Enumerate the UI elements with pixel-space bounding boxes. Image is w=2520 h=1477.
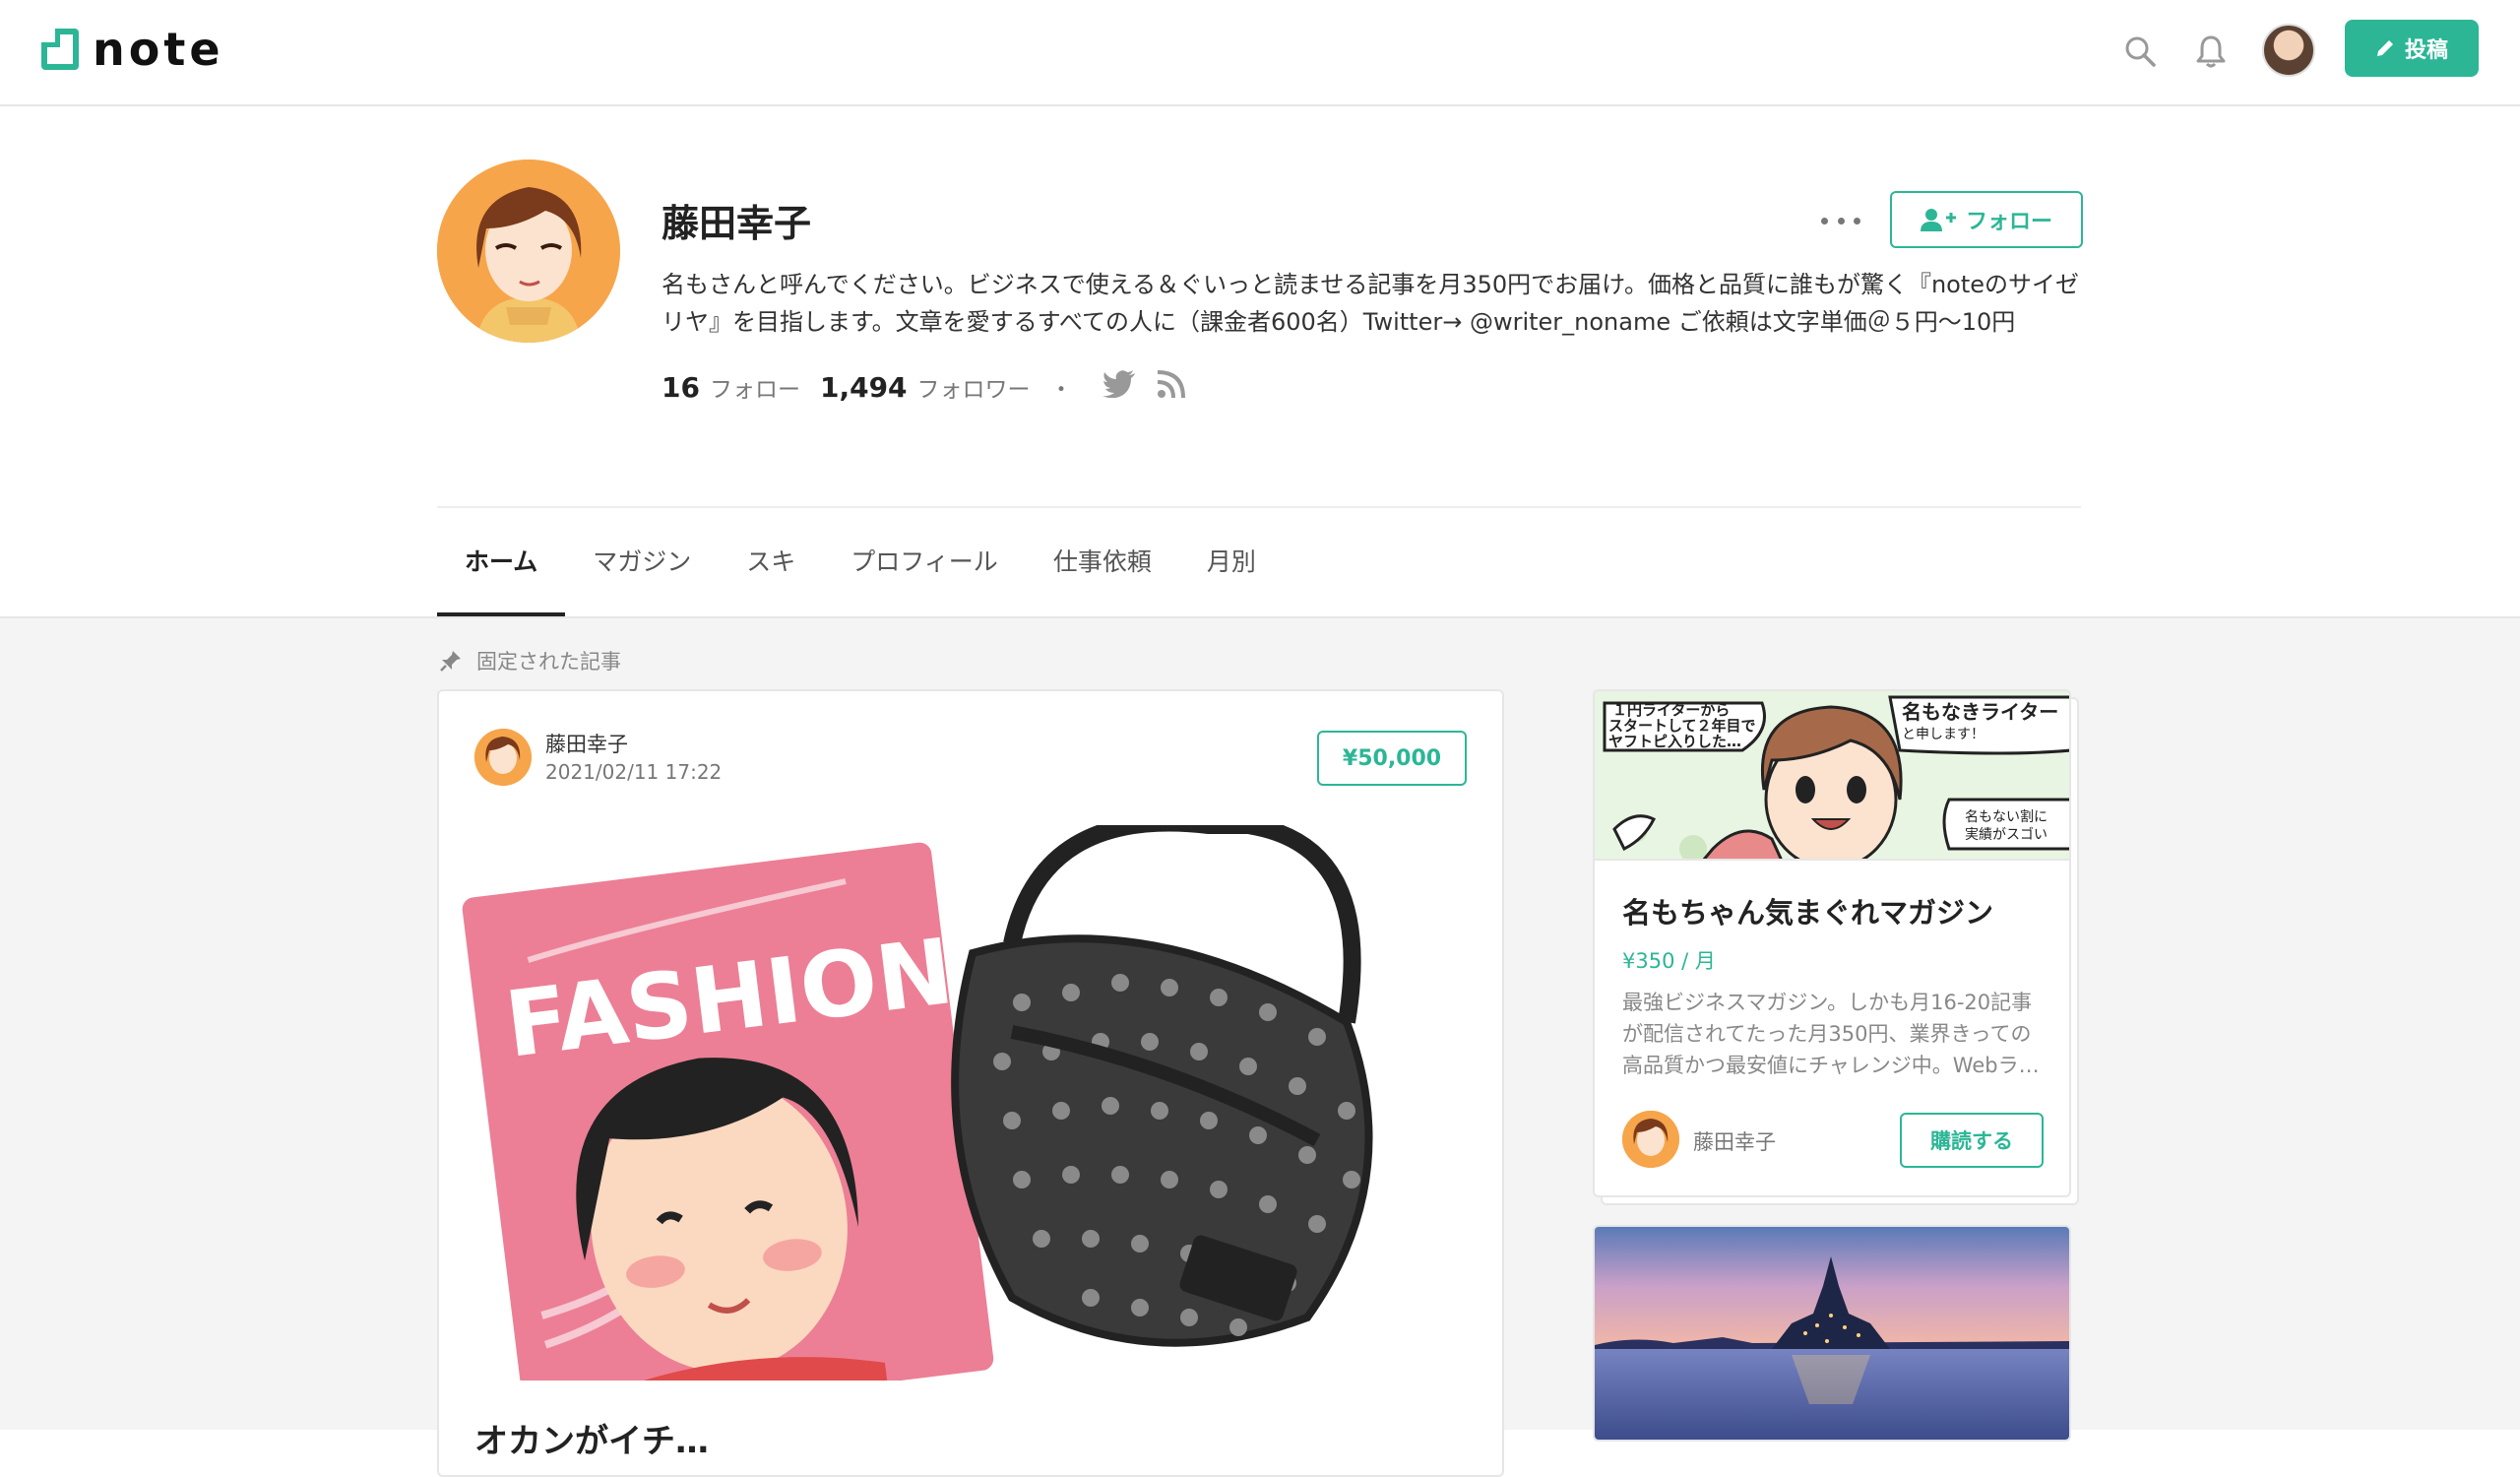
tab-magazine[interactable]: マガジン (565, 540, 719, 618)
follow-button[interactable]: フォロー (1890, 191, 2083, 248)
pinned-label: 固定された記事 (439, 646, 621, 675)
article-date: 2021/02/11 17:22 (545, 760, 723, 784)
profile-name: 藤田幸子 (662, 202, 812, 245)
tab-job-request[interactable]: 仕事依頼 (1026, 540, 1179, 618)
logo-text: note (93, 23, 224, 76)
magazine-card[interactable]: １円ライターから スタートして２年目で ヤフトピ入りした… 名もなきライター と… (1593, 689, 2071, 1197)
top-header: note 投稿 (0, 0, 2520, 106)
tab-likes[interactable]: スキ (719, 540, 823, 618)
pinned-article-card[interactable]: 藤田幸子 2021/02/11 17:22 ¥50,000 FASHION オカ… (437, 689, 1504, 1477)
cover-text-7: 実績がスゴい (1965, 826, 2048, 843)
magazine-title[interactable]: 名もちゃん気まぐれマガジン (1622, 890, 1993, 931)
profile-avatar (437, 160, 620, 343)
followers-label[interactable]: フォロワー (917, 370, 1031, 404)
more-options-icon[interactable] (1821, 203, 1860, 238)
add-user-icon (1920, 209, 1956, 231)
followers-count[interactable]: 1,494 (820, 371, 908, 404)
article-author-avatar[interactable] (474, 729, 532, 786)
cover-text-3: ヤフトピ入りした… (1608, 733, 1741, 750)
note-logo[interactable]: note (41, 26, 224, 73)
magazine-description: 最強ビジネスマガジン。しかも月16-20記事が配信されてたった月350円、業界き… (1622, 991, 2040, 1077)
post-button-label: 投稿 (2404, 38, 2448, 63)
subscribe-button[interactable]: 購読する (1900, 1113, 2044, 1168)
profile-divider (437, 506, 2081, 508)
magazine-author-avatar[interactable] (1622, 1111, 1679, 1168)
pinned-label-text: 固定された記事 (476, 650, 621, 674)
cover-text-6: 名もない割に (1965, 808, 2048, 825)
profile-tabs: ホーム マガジン スキ プロフィール 仕事依頼 月別 (437, 540, 1284, 618)
profile-stats: 16 フォロー 1,494 フォロワー ・ (662, 370, 1185, 404)
rss-icon[interactable] (1157, 370, 1185, 404)
article-author-name[interactable]: 藤田幸子 (545, 729, 628, 758)
twitter-icon[interactable] (1102, 370, 1136, 404)
magazine-price: ¥350 / 月 (1622, 949, 1716, 973)
following-count[interactable]: 16 (662, 371, 700, 404)
profile-bio: 名もさんと呼んでください。ビジネスで使える＆ぐいっと読ませる記事を月350円でお… (662, 271, 2080, 336)
bell-icon[interactable] (2187, 28, 2235, 75)
follow-button-label: フォロー (1965, 210, 2052, 234)
user-avatar[interactable] (2262, 24, 2315, 77)
post-button[interactable]: 投稿 (2345, 20, 2479, 77)
tab-home[interactable]: ホーム (437, 540, 566, 618)
magazine-cover[interactable]: １円ライターから スタートして２年目で ヤフトピ入りした… 名もなきライター と… (1595, 691, 2069, 861)
magazine-cover-2 (1595, 1227, 2069, 1440)
search-icon[interactable] (2116, 28, 2164, 75)
magazine-author-name[interactable]: 藤田幸子 (1693, 1126, 1776, 1156)
cover-text-4: 名もなきライター (1902, 700, 2058, 724)
tab-profile[interactable]: プロフィール (823, 540, 1026, 618)
tab-monthly[interactable]: 月別 (1179, 540, 1284, 618)
following-label[interactable]: フォロー (710, 370, 800, 404)
article-title[interactable]: オカンがイチ… (474, 1414, 709, 1462)
article-price-button[interactable]: ¥50,000 (1317, 731, 1467, 786)
stats-separator: ・ (1049, 377, 1073, 403)
article-thumbnail[interactable]: FASHION (461, 813, 1484, 1439)
cover-text-5: と申します！ (1902, 727, 1984, 742)
pencil-icon (2376, 40, 2393, 56)
pin-icon (440, 651, 461, 672)
note-logo-icon (41, 29, 79, 70)
magazine-card-2[interactable] (1593, 1225, 2071, 1442)
